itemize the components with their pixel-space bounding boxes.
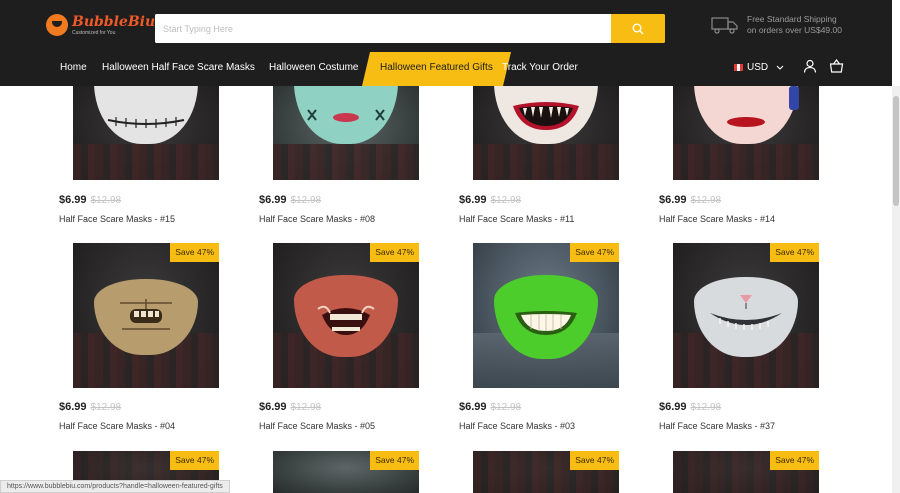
mask-lips (727, 117, 765, 127)
nav-halloween-featured-gifts[interactable]: Halloween Featured Gifts (362, 52, 511, 86)
cat-grin (710, 295, 782, 330)
save-badge: Save 47% (370, 243, 419, 262)
scrollbar-thumb[interactable] (893, 96, 899, 206)
product-title[interactable]: Half Face Scare Masks - #03 (459, 421, 575, 431)
product-image[interactable] (273, 243, 419, 388)
header: BubbleBiu Customized for You Free Sta (0, 0, 892, 86)
product-price: $6.99 (59, 401, 87, 413)
save-badge: Save 47% (770, 451, 819, 470)
save-badge: Save 47% (570, 243, 619, 262)
product-image[interactable] (473, 243, 619, 388)
scrollbar[interactable] (892, 86, 900, 493)
product-image[interactable] (473, 86, 619, 180)
product-title[interactable]: Half Face Scare Masks - #11 (459, 214, 574, 224)
product-image[interactable] (273, 86, 419, 180)
product-card[interactable]: Save 47% $6.99 $12.98 Half Face Scare Ma… (459, 243, 659, 438)
mask-paint (789, 86, 799, 110)
product-image[interactable] (73, 86, 219, 180)
chevron-down-icon (776, 65, 784, 70)
save-badge: Save 47% (170, 243, 219, 262)
product-old-price: $12.98 (690, 195, 722, 206)
page: BubbleBiu Customized for You Free Sta (0, 0, 900, 493)
shipping-line-1: Free Standard Shipping (747, 14, 837, 24)
nav-home[interactable]: Home (60, 52, 87, 86)
search-button[interactable] (611, 14, 665, 43)
save-badge: Save 47% (370, 451, 419, 470)
clown-mouth (513, 102, 579, 130)
search-bar (155, 14, 665, 43)
pumpkin-icon (46, 14, 68, 36)
product-card[interactable]: $6.99 $12.98 Half Face Scare Masks - #15 (59, 86, 259, 236)
save-badge: Save 47% (170, 451, 219, 470)
product-title[interactable]: Half Face Scare Masks - #08 (259, 214, 375, 224)
product-old-price: $12.98 (90, 195, 122, 206)
product-title[interactable]: Half Face Scare Masks - #05 (259, 421, 375, 431)
product-price: $6.99 (459, 401, 487, 413)
product-card[interactable]: $6.99 $12.98 Half Face Scare Masks - #08 (259, 86, 459, 236)
product-old-price: $12.98 (290, 402, 322, 413)
product-card[interactable]: Save 47% (259, 451, 459, 493)
product-card[interactable]: Save 47% (659, 451, 859, 493)
product-price: $6.99 (259, 194, 287, 206)
product-card[interactable]: Save 47% (459, 451, 659, 493)
product-title[interactable]: Half Face Scare Masks - #15 (59, 214, 175, 224)
product-card[interactable]: $6.99 $12.98 Half Face Scare Masks - #11 (459, 86, 659, 236)
stitch-marks (307, 109, 385, 121)
save-badge: Save 47% (570, 451, 619, 470)
status-url: https://www.bubblebiu.com/products?handl… (0, 480, 230, 493)
shipping-line-2: on orders over US$49.00 (747, 25, 842, 35)
product-title[interactable]: Half Face Scare Masks - #04 (59, 421, 175, 431)
product-price: $6.99 (459, 194, 487, 206)
product-old-price: $12.98 (290, 195, 322, 206)
grin-mouth (515, 311, 577, 335)
flag-icon (734, 64, 743, 71)
product-image[interactable] (673, 86, 819, 180)
product-price: $6.99 (659, 194, 687, 206)
hockey-mask-grille (120, 299, 172, 330)
currency-selector[interactable]: USD (734, 62, 784, 73)
product-price: $6.99 (259, 401, 287, 413)
stitched-mouth (107, 117, 185, 128)
truck-icon (711, 17, 738, 34)
product-card[interactable]: Save 47% $6.99 $12.98 Half Face Scare Ma… (259, 243, 459, 438)
product-old-price: $12.98 (690, 402, 722, 413)
currency-label: USD (747, 62, 769, 73)
nav-halloween-costume[interactable]: Halloween Costume (269, 52, 359, 86)
logo-name: BubbleBiu (72, 13, 156, 30)
product-image[interactable] (73, 243, 219, 388)
search-input[interactable] (155, 14, 610, 43)
product-price: $6.99 (659, 401, 687, 413)
account-icon[interactable] (803, 59, 817, 73)
mask-image (694, 86, 798, 144)
product-old-price: $12.98 (490, 195, 522, 206)
nav-track-order[interactable]: Track Your Order (502, 52, 578, 86)
burned-mouth (317, 305, 375, 335)
nav-half-face-scare-masks[interactable]: Halloween Half Face Scare Masks (102, 52, 255, 86)
product-old-price: $12.98 (90, 402, 122, 413)
product-old-price: $12.98 (490, 402, 522, 413)
product-title[interactable]: Half Face Scare Masks - #14 (659, 214, 775, 224)
cart-icon[interactable] (829, 59, 844, 73)
search-icon (632, 23, 644, 34)
product-image[interactable] (673, 243, 819, 388)
product-price: $6.99 (59, 194, 87, 206)
logo-tagline: Customized for You (72, 29, 116, 36)
save-badge: Save 47% (770, 243, 819, 262)
shipping-info: Free Standard Shipping on orders over US… (711, 14, 842, 36)
logo[interactable]: BubbleBiu Customized for You (46, 11, 155, 39)
product-card[interactable]: Save 47% $6.99 $12.98 Half Face Scare Ma… (59, 243, 259, 438)
product-title[interactable]: Half Face Scare Masks - #37 (659, 421, 775, 431)
product-card[interactable]: Save 47% $6.99 $12.98 Half Face Scare Ma… (659, 243, 859, 438)
product-card[interactable]: $6.99 $12.98 Half Face Scare Masks - #14 (659, 86, 859, 236)
